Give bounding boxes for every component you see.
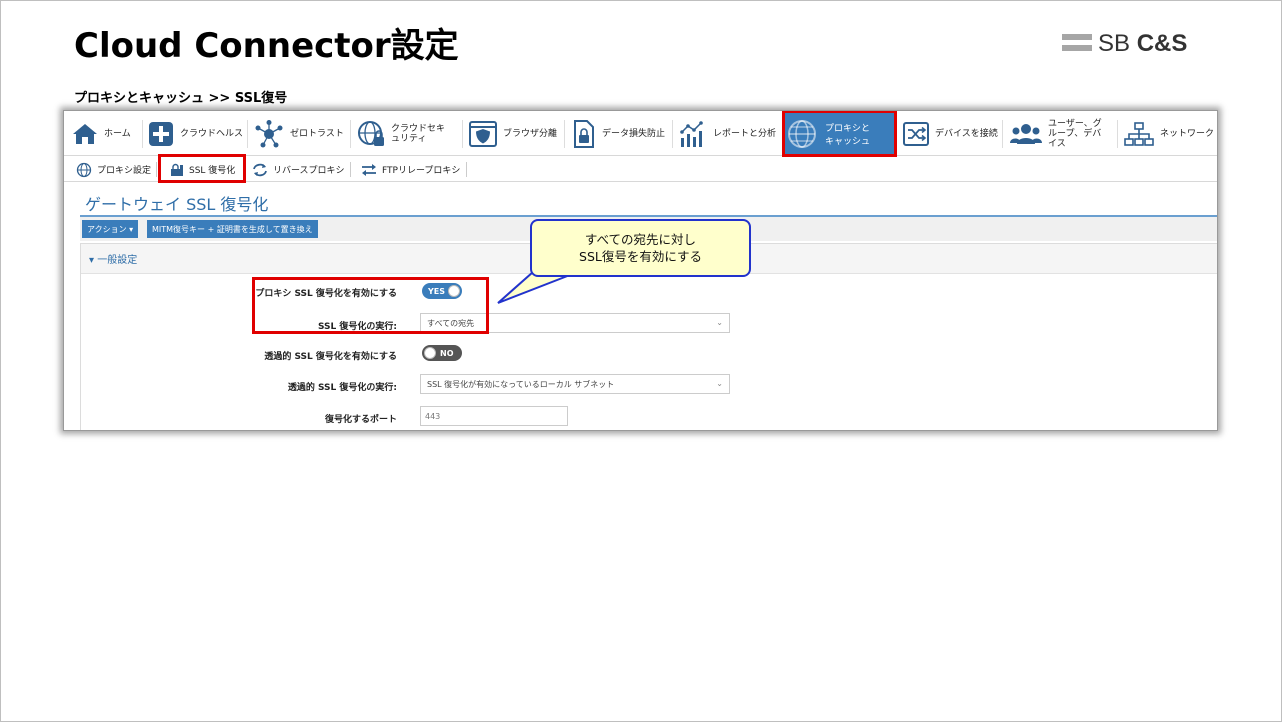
nav-label-cloud-security: クラウドセキュリティ [391, 123, 446, 144]
nav-item-zero-trust[interactable]: ゼロトラスト [254, 111, 344, 156]
users-icon [1010, 122, 1042, 146]
globe-lock-icon [357, 120, 385, 148]
nav-label-reports: レポートと分析 [713, 128, 777, 139]
arrows-icon [361, 163, 377, 177]
globe-settings-icon [76, 162, 92, 178]
actions-dropdown-button[interactable]: アクション ▾ [82, 220, 139, 238]
subnav-divider [466, 162, 467, 177]
logo-bars-icon [1062, 34, 1092, 56]
transparent-ssl-toggle[interactable]: NO [422, 345, 462, 361]
mitm-regenerate-button[interactable]: MITM復号キー + 証明書を生成して置き換え [147, 220, 318, 238]
nav-label-connect-devices: デバイスを接続 [935, 128, 998, 139]
subnav-item-proxy-settings[interactable]: プロキシ設定 [76, 157, 151, 182]
nav-item-browser-isolation[interactable]: ブラウザ分離 [469, 111, 557, 156]
nav-label-network: ネットワーク [1160, 128, 1215, 139]
nav-divider [142, 120, 143, 148]
refresh-icon [252, 163, 268, 177]
network-nodes-icon [254, 119, 284, 148]
subnav-label-proxy-settings: プロキシ設定 [97, 166, 152, 176]
callout-note: すべての宛先に対し SSL復号を有効にする [530, 219, 751, 277]
nav-label-zero-trust: ゼロトラスト [290, 128, 344, 139]
nav-item-home[interactable]: ホーム [72, 111, 131, 156]
subnav-label-ftp-relay: FTPリレープロキシ [382, 166, 461, 176]
nav-label-browser-isolation: ブラウザ分離 [503, 128, 558, 139]
nav-item-reports[interactable]: レポートと分析 [679, 111, 776, 156]
home-icon [72, 123, 98, 145]
transparent-ssl-scope-label: 透過的 SSL 復号化の実行: [287, 383, 397, 393]
breadcrumb: プロキシとキャッシュ >> SSL復号 [74, 91, 288, 106]
plus-icon [148, 121, 174, 147]
subnav-label-reverse-proxy: リバースプロキシ [273, 166, 345, 176]
nav-item-cloud-security[interactable]: クラウドセキュリティ [357, 111, 453, 156]
top-navigation: ホーム クラウドヘルス ゼロトラスト クラウドセキュリティ ブラウザ分離 データ… [64, 111, 1217, 156]
subnav-divider [156, 162, 157, 177]
subnav-highlight-box [158, 154, 246, 183]
transparent-scope-value: SSL 復号化が有効になっているローカル サブネット [427, 379, 615, 389]
nav-item-cloud-health[interactable]: クラウドヘルス [148, 111, 243, 156]
chart-icon [679, 120, 707, 148]
nav-item-users-groups[interactable]: ユーザー、グループ、デバイス [1010, 111, 1108, 156]
chevron-down-icon: ⌄ [716, 379, 723, 388]
nav-label-users-groups: ユーザー、グループ、デバイス [1048, 118, 1102, 149]
form-highlight-box [252, 277, 489, 334]
subnav-item-reverse-proxy[interactable]: リバースプロキシ [252, 157, 345, 182]
file-lock-icon [572, 119, 596, 148]
shuffle-icon [903, 121, 929, 146]
nav-divider [1002, 120, 1003, 148]
logo-sb: SB [1098, 30, 1131, 57]
decrypt-port-input[interactable]: 443 [420, 406, 568, 426]
shield-browser-icon [469, 120, 497, 147]
transparent-ssl-label: 透過的 SSL 復号化を有効にする [264, 352, 397, 362]
nav-item-network[interactable]: ネットワーク [1124, 111, 1214, 156]
toggle-no-text: NO [440, 348, 454, 358]
nav-label-home: ホーム [104, 128, 131, 139]
nav-divider [1117, 120, 1118, 148]
nav-divider [462, 120, 463, 148]
sitemap-icon [1124, 121, 1154, 146]
nav-item-dlp[interactable]: データ損失防止 [572, 111, 665, 156]
nav-highlight-box [782, 111, 897, 157]
toggle-knob [424, 347, 436, 359]
nav-divider [350, 120, 351, 148]
nav-label-cloud-health: クラウドヘルス [180, 128, 244, 139]
logo-cs: C&S [1136, 30, 1188, 57]
subnav-divider [350, 162, 351, 177]
nav-divider [672, 120, 673, 148]
transparent-ssl-scope-select[interactable]: SSL 復号化が有効になっているローカル サブネット ⌄ [420, 374, 730, 394]
chevron-down-icon: ⌄ [716, 318, 723, 327]
subnav-item-ftp-relay[interactable]: FTPリレープロキシ [361, 157, 460, 182]
company-logo: SB C&S [1062, 30, 1202, 62]
page-title: ゲートウェイ SSL 復号化 [85, 195, 269, 214]
decrypt-port-label: 復号化するポート [324, 415, 397, 425]
callout-line-2: SSL復号を有効にする [579, 249, 702, 264]
nav-divider [247, 120, 248, 148]
slide-title: Cloud Connector設定 [74, 26, 459, 66]
nav-divider [564, 120, 565, 148]
nav-label-dlp: データ損失防止 [602, 128, 666, 139]
callout-line-1: すべての宛先に対し [584, 232, 697, 247]
nav-item-connect-devices[interactable]: デバイスを接続 [903, 111, 998, 156]
